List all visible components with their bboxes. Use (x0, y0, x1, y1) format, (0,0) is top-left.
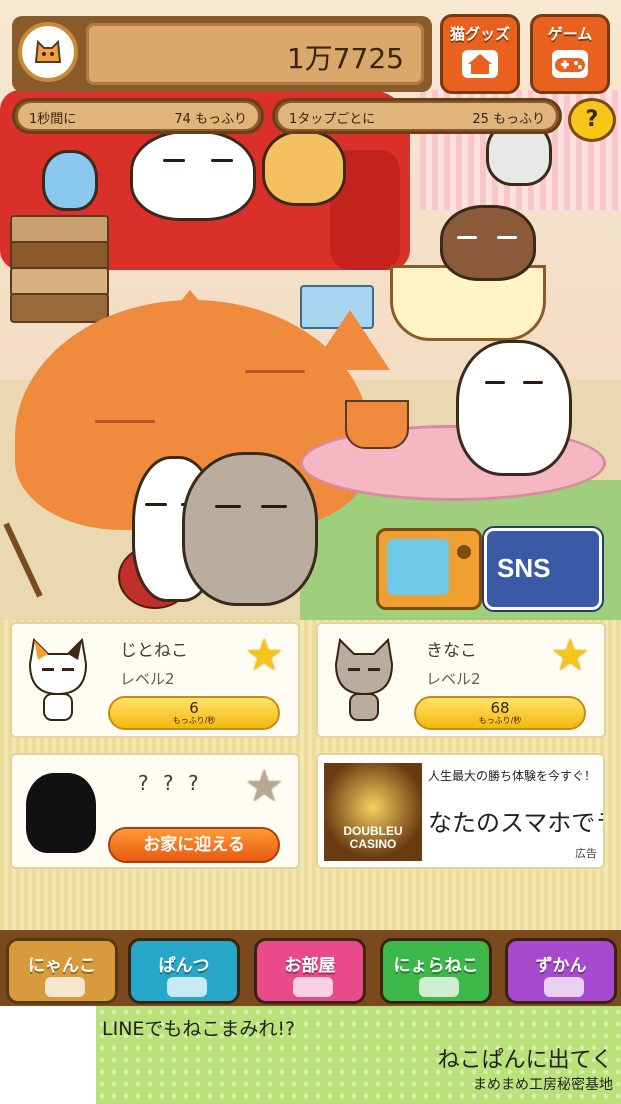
per-second-rate: 1秒間に 74 もっふり (12, 98, 264, 134)
cat-with-apple[interactable] (456, 340, 572, 476)
banner-line3: まめまめ工房秘密基地 (473, 1077, 613, 1093)
cat-production-pill[interactable]: 68 もっふり/秒 (414, 696, 586, 730)
per-tap-label: 1タップごとに (289, 112, 376, 127)
cat-production-unit: もっふり/秒 (172, 716, 216, 725)
adopt-cat-button[interactable]: お家に迎える (108, 827, 280, 863)
per-second-label: 1秒間に (29, 112, 77, 127)
nav-label: ぱんつ (158, 956, 210, 976)
per-second-value: 74 もっふり (174, 112, 247, 127)
cat-on-sofa[interactable] (130, 130, 256, 221)
paw-icon (419, 977, 459, 997)
cat-level: レベル2 (426, 670, 481, 688)
sns-label: SNS (497, 553, 551, 583)
star-empty-icon: ★ (244, 761, 284, 812)
help-button[interactable]: ? (568, 98, 616, 142)
cat-blue-plush[interactable] (42, 150, 98, 211)
banner-line1: LINEでもねこまみれ!? (102, 1018, 296, 1040)
cat-card-jitoneko[interactable]: じとねこ レベル2 ★ 6 もっふり/秒 (10, 622, 300, 738)
star-icon: ★ (244, 630, 284, 681)
pants-icon (167, 977, 207, 997)
cat-in-bath[interactable] (440, 205, 536, 281)
ad-image[interactable]: DOUBLEU CASINO (324, 763, 422, 861)
cat-icon (45, 977, 85, 997)
mofuri-score: 1万7725 (286, 42, 404, 75)
cat-goods-button[interactable]: 猫グッズ (440, 14, 520, 94)
nav-label: お部屋 (284, 956, 336, 976)
nav-oheya[interactable]: お部屋 (254, 938, 366, 1004)
tv-video-button[interactable] (376, 528, 482, 610)
cat-goods-label: 猫グッズ (449, 25, 510, 43)
house-icon (462, 50, 498, 78)
cat-portrait (20, 634, 96, 724)
cat-production-pill[interactable]: 6 もっふり/秒 (108, 696, 280, 730)
cat-production-unit: もっふり/秒 (478, 716, 522, 725)
tv-screen-icon (387, 539, 449, 595)
cat-production-value: 6 (189, 699, 199, 717)
cat-portrait (326, 634, 402, 724)
gamepad-icon (552, 50, 588, 78)
ad-image-text: DOUBLEU CASINO (343, 824, 403, 851)
star-icon: ★ (550, 630, 590, 681)
room-scene[interactable] (0, 0, 621, 620)
banner-line2: ねこぱんに出てく (437, 1048, 613, 1073)
cat-cup (345, 400, 409, 449)
cat-name: きなこ (426, 641, 477, 661)
cat-silhouette-icon (26, 773, 96, 853)
score-display: 1万7725 (86, 23, 424, 85)
ad-card[interactable]: DOUBLEU CASINO 人生最大の勝ち体験を今すぐ！ なたのスマホでラ 広告 (316, 753, 605, 869)
room-icon (293, 977, 333, 997)
nav-zukan[interactable]: ずかん (505, 938, 617, 1004)
game-label: ゲーム (547, 25, 593, 43)
line-promo-banner[interactable]: LINEでもねこまみれ!? ねこぱんに出てく まめまめ工房秘密基地 (96, 1006, 621, 1104)
per-tap-value: 25 もっふり (472, 112, 545, 127)
cat-card-unknown[interactable]: ? ? ? ★ お家に迎える (10, 753, 300, 869)
banner-left-blank (0, 1006, 96, 1104)
cat-level: レベル2 (120, 670, 175, 688)
nav-label: ずかん (535, 956, 587, 976)
nav-pantsu[interactable]: ぱんつ (128, 938, 240, 1004)
nav-label: にょらねこ (393, 956, 479, 976)
cat-card-kinako[interactable]: きなこ レベル2 ★ 68 もっふり/秒 (316, 622, 606, 738)
cat-production-value: 68 (490, 699, 510, 717)
unknown-cat-name: ? ? ? (138, 771, 203, 795)
sns-button[interactable]: SNS (484, 528, 602, 610)
ad-headline: 人生最大の勝ち体験を今すぐ！ (428, 769, 597, 783)
nav-label: にゃんこ (28, 956, 96, 976)
ad-body: なたのスマホでラ (428, 809, 605, 837)
book-stack (10, 215, 110, 335)
cat-grey-front[interactable] (182, 452, 318, 606)
per-tap-rate: 1タップごとに 25 もっふり (272, 98, 562, 134)
game-button[interactable]: ゲーム (530, 14, 610, 94)
nav-nyoraneko[interactable]: にょらねこ (380, 938, 492, 1004)
cat-coin-icon (18, 22, 78, 82)
nav-nyanko[interactable]: にゃんこ (6, 938, 118, 1004)
cat-name: じとねこ (120, 641, 188, 661)
cat-yellow-sofa[interactable] (262, 130, 346, 206)
book-icon (544, 977, 584, 997)
ad-tag: 広告 (575, 847, 597, 860)
cat-toy (3, 522, 43, 598)
score-bar: 1万7725 (12, 16, 432, 92)
